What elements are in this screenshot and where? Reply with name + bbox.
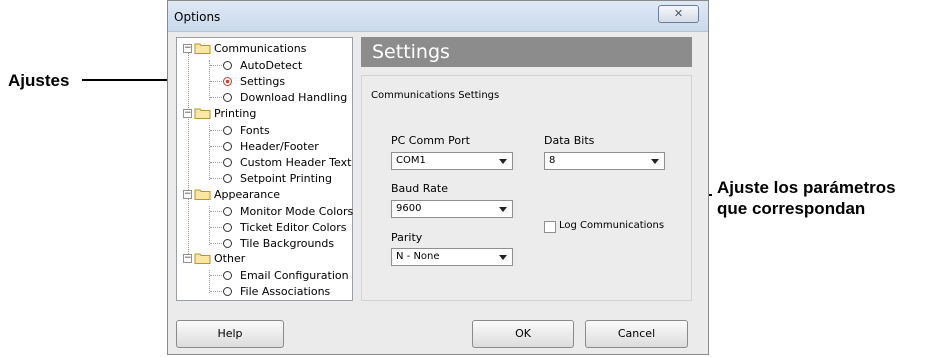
tree-item-label: Download Handling [240, 90, 348, 104]
radio-icon [223, 92, 232, 102]
parity-select[interactable]: N - None [391, 248, 513, 266]
chevron-down-icon [651, 159, 659, 164]
section-title: Communications Settings [371, 90, 500, 101]
settings-panel: Communications Settings PC Comm Port COM… [361, 75, 692, 301]
tree-item-download-handling[interactable]: Download Handling [222, 89, 347, 105]
chevron-down-icon [499, 255, 507, 260]
collapse-icon[interactable]: − [183, 253, 192, 263]
tree-item-label: Settings [240, 74, 286, 88]
parity-value: N - None [396, 251, 440, 262]
close-icon: ✕ [673, 7, 684, 20]
tree-item-label: Custom Header Text [240, 155, 352, 169]
tree-item-label: Header/Footer [240, 139, 319, 153]
tree-item-header-footer[interactable]: Header/Footer [222, 138, 319, 154]
collapse-icon[interactable]: − [183, 43, 192, 53]
tree-group-label: Other [214, 251, 246, 265]
folder-icon [194, 253, 211, 264]
tree-group-label: Communications [214, 41, 307, 55]
pc-comm-port-value: COM1 [396, 155, 426, 166]
radio-selected-icon [223, 76, 232, 86]
radio-icon [223, 141, 232, 151]
tree-group-appearance[interactable]: − Appearance [183, 186, 280, 202]
window-title: Options [174, 10, 221, 24]
tree-group-label: Printing [214, 106, 257, 120]
tree-item-settings[interactable]: Settings [222, 73, 285, 89]
log-communications-checkbox[interactable] [544, 221, 556, 233]
log-communications-label[interactable]: Log Communications [559, 220, 664, 231]
callout-line-2: que correspondan [717, 199, 866, 218]
baud-rate-value: 9600 [396, 203, 422, 214]
baud-rate-select[interactable]: 9600 [391, 200, 513, 218]
collapse-icon[interactable]: − [183, 108, 192, 118]
tree-item-fonts[interactable]: Fonts [222, 122, 270, 138]
tree-item-label: File Associations [240, 284, 331, 298]
tree-item-label: AutoDetect [240, 58, 303, 72]
help-button[interactable]: Help [176, 320, 284, 348]
close-button[interactable]: ✕ [658, 5, 699, 23]
radio-icon [223, 270, 232, 280]
ok-button[interactable]: OK [472, 320, 574, 348]
callout-ajuste-parametros: Ajuste los parámetros que correspondan [717, 177, 896, 219]
panel-heading: Settings [361, 37, 692, 67]
tree-item-monitor-mode-colors[interactable]: Monitor Mode Colors [222, 203, 353, 219]
pc-comm-port-select[interactable]: COM1 [391, 152, 513, 170]
tree-item-label: Monitor Mode Colors [240, 204, 354, 218]
options-tree: − Communications AutoDetect Settings Dow… [176, 37, 353, 301]
tree-group-label: Appearance [214, 187, 281, 201]
tree-item-custom-header-text[interactable]: Custom Header Text [222, 154, 351, 170]
tree-group-printing[interactable]: − Printing [183, 105, 256, 121]
collapse-icon[interactable]: − [183, 189, 192, 199]
options-dialog: Options ✕ − Communications AutoDetect Se… [167, 0, 709, 355]
data-bits-value: 8 [549, 155, 556, 166]
title-bar: Options ✕ [168, 1, 708, 32]
radio-icon [223, 173, 232, 183]
tree-item-label: Ticket Editor Colors [240, 220, 347, 234]
tree-item-autodetect[interactable]: AutoDetect [222, 57, 302, 73]
data-bits-label: Data Bits [544, 134, 595, 147]
tree-group-other[interactable]: − Other [183, 250, 245, 266]
radio-icon [223, 60, 232, 70]
radio-icon [223, 157, 232, 167]
chevron-down-icon [499, 207, 507, 212]
cancel-button[interactable]: Cancel [585, 320, 688, 348]
tree-item-label: Email Configuration [240, 268, 349, 282]
folder-icon [194, 108, 211, 119]
callout-line-1: Ajuste los parámetros [717, 178, 896, 197]
radio-icon [223, 125, 232, 135]
tree-item-ticket-editor-colors[interactable]: Ticket Editor Colors [222, 219, 347, 235]
tree-item-email-configuration[interactable]: Email Configuration [222, 267, 349, 283]
tree-item-label: Tile Backgrounds [240, 236, 335, 250]
tree-item-tile-backgrounds[interactable]: Tile Backgrounds [222, 235, 334, 251]
pc-comm-port-label: PC Comm Port [391, 134, 470, 147]
tree-item-label: Setpoint Printing [240, 171, 332, 185]
baud-rate-label: Baud Rate [391, 182, 448, 195]
folder-icon [194, 43, 211, 54]
data-bits-select[interactable]: 8 [544, 152, 665, 170]
tree-item-setpoint-printing[interactable]: Setpoint Printing [222, 170, 332, 186]
radio-icon [223, 286, 232, 296]
radio-icon [223, 206, 232, 216]
tree-item-label: Fonts [240, 123, 270, 137]
tree-item-file-associations[interactable]: File Associations [222, 283, 330, 299]
chevron-down-icon [499, 159, 507, 164]
folder-icon [194, 189, 211, 200]
tree-group-communications[interactable]: − Communications [183, 40, 306, 56]
radio-icon [223, 222, 232, 232]
parity-label: Parity [391, 231, 423, 244]
radio-icon [223, 238, 232, 248]
